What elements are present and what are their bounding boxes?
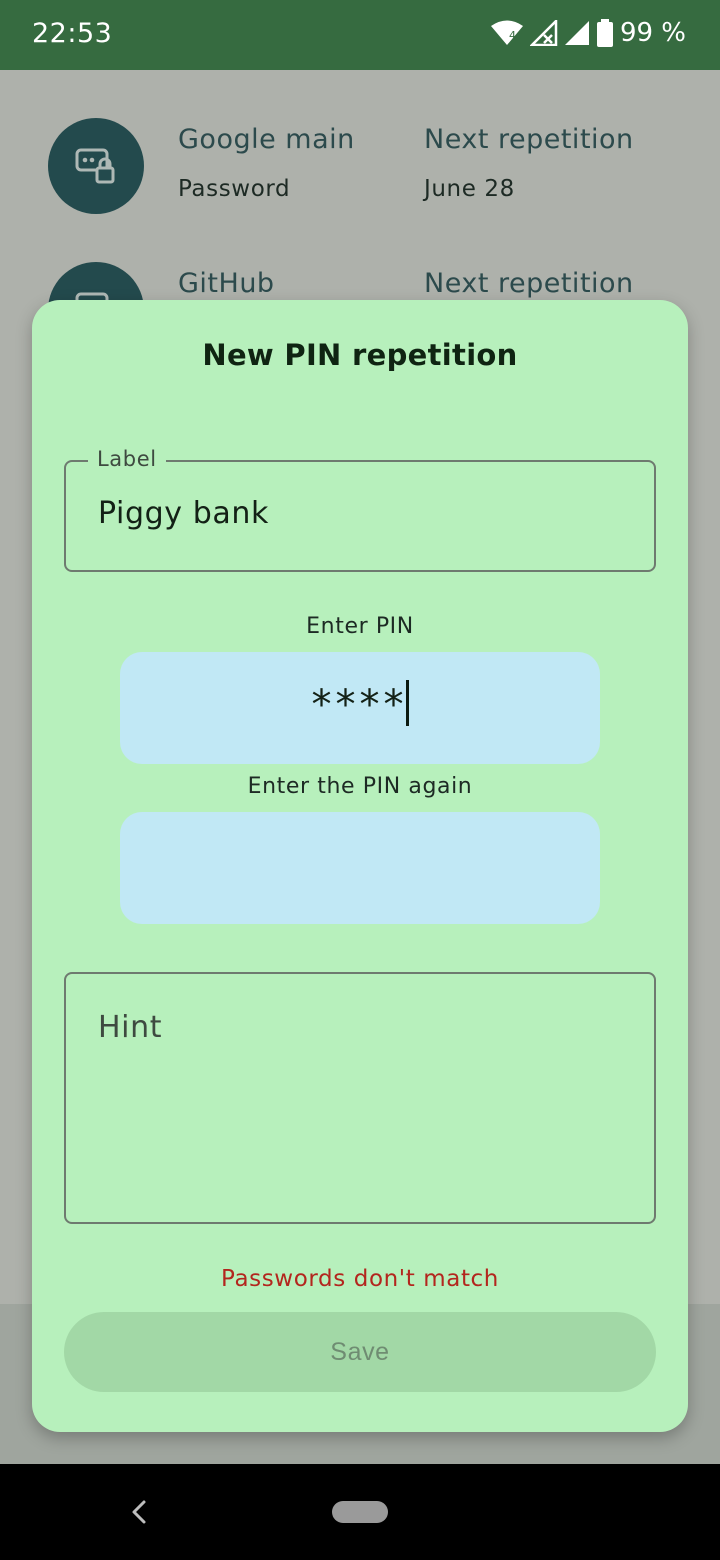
status-bar: 22:53 4 99 % bbox=[0, 0, 720, 70]
battery-icon bbox=[596, 19, 614, 47]
item-next-date: June 28 bbox=[424, 176, 515, 202]
save-button[interactable]: Save bbox=[64, 1312, 656, 1392]
home-handle[interactable] bbox=[332, 1501, 388, 1523]
hint-field[interactable]: Hint bbox=[64, 972, 656, 1224]
item-type: Password bbox=[178, 176, 291, 202]
error-message: Passwords don't match bbox=[221, 1266, 499, 1292]
dialog-title: New PIN repetition bbox=[202, 338, 518, 372]
navigation-bar bbox=[0, 1464, 720, 1560]
signal-icon bbox=[564, 20, 590, 46]
battery-level: 99 % bbox=[619, 18, 686, 48]
label-field-label: Label bbox=[88, 447, 166, 471]
status-time: 22:53 bbox=[32, 18, 113, 49]
item-next-label: Next repetition bbox=[424, 124, 634, 155]
pin-input[interactable]: **** bbox=[120, 652, 600, 764]
list-item[interactable]: Google main Password Next repetition Jun… bbox=[0, 118, 720, 258]
enter-pin-again-label: Enter the PIN again bbox=[247, 774, 473, 799]
signal-no-data-icon bbox=[529, 20, 558, 46]
label-field[interactable]: Label Piggy bank bbox=[64, 447, 656, 572]
item-title: GitHub bbox=[178, 268, 275, 299]
password-lock-icon bbox=[48, 118, 144, 214]
enter-pin-label: Enter PIN bbox=[306, 614, 414, 639]
wifi-icon: 4 bbox=[490, 20, 524, 46]
new-pin-dialog: New PIN repetition Label Piggy bank Ente… bbox=[32, 300, 688, 1432]
status-icons: 4 99 % bbox=[490, 18, 686, 48]
pin-confirm-input[interactable] bbox=[120, 812, 600, 924]
wifi-badge: 4 bbox=[509, 29, 516, 42]
pin-input-value: **** bbox=[120, 680, 600, 728]
item-title: Google main bbox=[178, 124, 355, 155]
back-icon[interactable] bbox=[124, 1494, 154, 1530]
pin-masked-text: **** bbox=[311, 682, 408, 728]
hint-placeholder: Hint bbox=[98, 1010, 163, 1045]
label-field-value: Piggy bank bbox=[98, 496, 269, 531]
item-next-label: Next repetition bbox=[424, 268, 634, 299]
text-cursor bbox=[405, 680, 409, 726]
